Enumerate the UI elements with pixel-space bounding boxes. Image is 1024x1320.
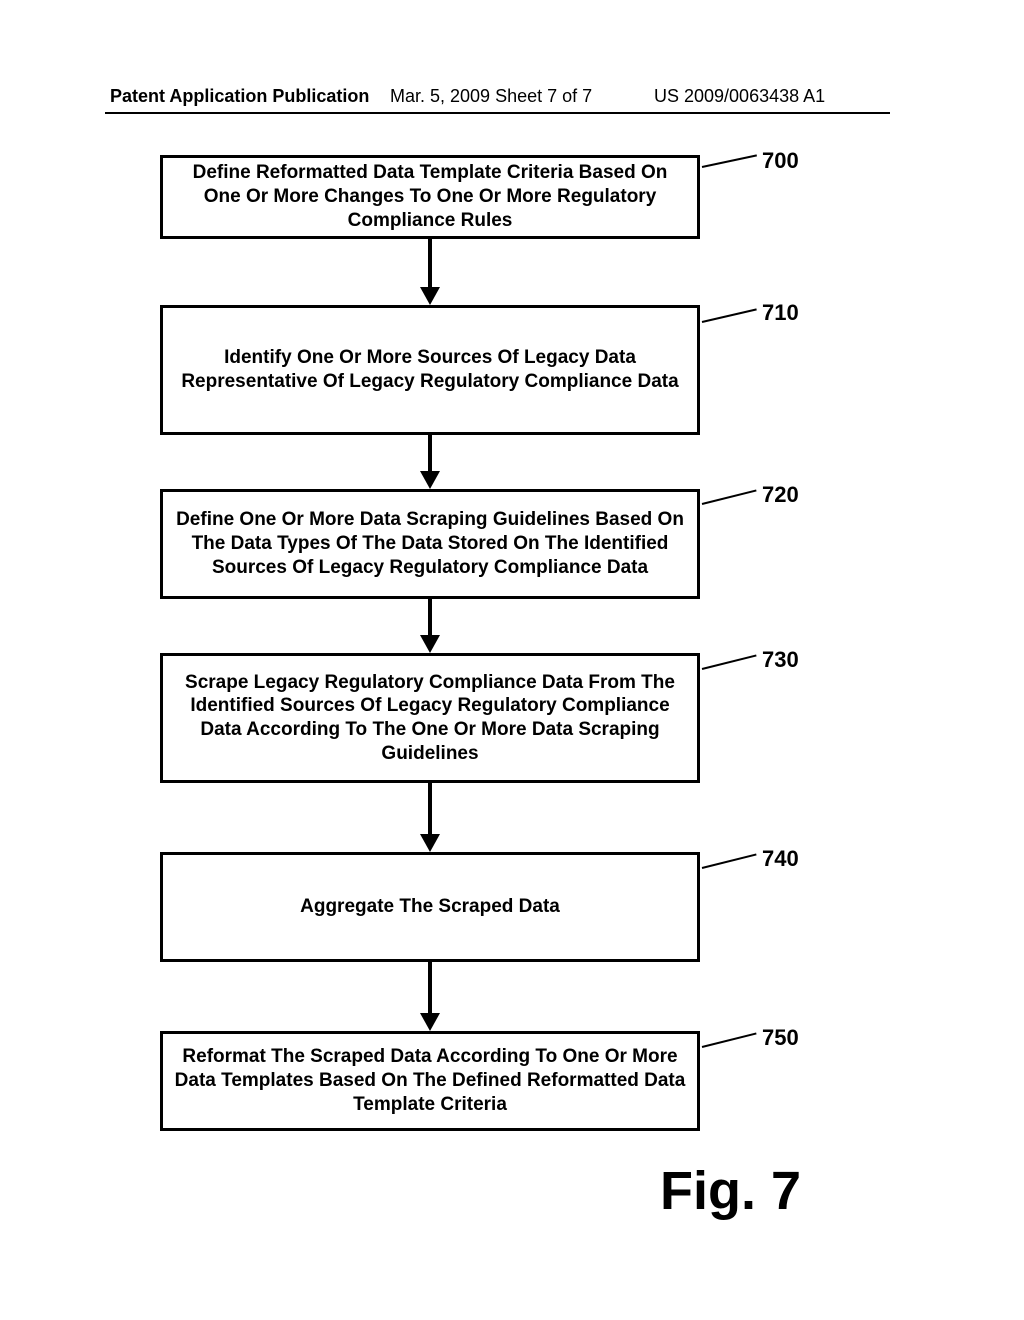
ref-700: 700 <box>762 148 799 174</box>
flow-step-740: Aggregate The Scraped Data <box>160 852 700 962</box>
arrow <box>428 962 432 1015</box>
leader-line <box>702 654 757 669</box>
arrow-head-icon <box>420 287 440 305</box>
arrow-head-icon <box>420 834 440 852</box>
flow-step-text: Reformat The Scraped Data According To O… <box>173 1045 687 1116</box>
ref-720: 720 <box>762 482 799 508</box>
leader-line <box>702 489 757 504</box>
flow-step-750: Reformat The Scraped Data According To O… <box>160 1031 700 1131</box>
arrow <box>428 783 432 836</box>
arrow <box>428 435 432 473</box>
leader-line <box>702 853 757 868</box>
flow-step-730: Scrape Legacy Regulatory Compliance Data… <box>160 653 700 783</box>
ref-710: 710 <box>762 300 799 326</box>
flow-step-text: Scrape Legacy Regulatory Compliance Data… <box>173 671 687 766</box>
header-date-sheet: Mar. 5, 2009 Sheet 7 of 7 <box>390 86 592 107</box>
arrow-head-icon <box>420 471 440 489</box>
leader-line <box>702 1032 757 1047</box>
leader-line <box>702 154 757 168</box>
header-rule <box>105 112 890 114</box>
flow-step-720: Define One Or More Data Scraping Guideli… <box>160 489 700 599</box>
arrow-head-icon <box>420 635 440 653</box>
ref-730: 730 <box>762 647 799 673</box>
flow-step-text: Define One Or More Data Scraping Guideli… <box>173 508 687 579</box>
flow-step-text: Identify One Or More Sources Of Legacy D… <box>173 346 687 394</box>
flow-step-710: Identify One Or More Sources Of Legacy D… <box>160 305 700 435</box>
flow-step-text: Aggregate The Scraped Data <box>300 895 560 919</box>
figure-label: Fig. 7 <box>660 1160 801 1222</box>
ref-750: 750 <box>762 1025 799 1051</box>
leader-line <box>702 308 757 323</box>
page: Patent Application Publication Mar. 5, 2… <box>0 0 1024 1320</box>
flow-step-text: Define Reformatted Data Template Criteri… <box>173 161 687 232</box>
header-pub-number: US 2009/0063438 A1 <box>654 86 825 107</box>
ref-740: 740 <box>762 846 799 872</box>
flow-step-700: Define Reformatted Data Template Criteri… <box>160 155 700 239</box>
arrow <box>428 239 432 289</box>
arrow <box>428 599 432 637</box>
header-publication: Patent Application Publication <box>110 86 369 107</box>
arrow-head-icon <box>420 1013 440 1031</box>
